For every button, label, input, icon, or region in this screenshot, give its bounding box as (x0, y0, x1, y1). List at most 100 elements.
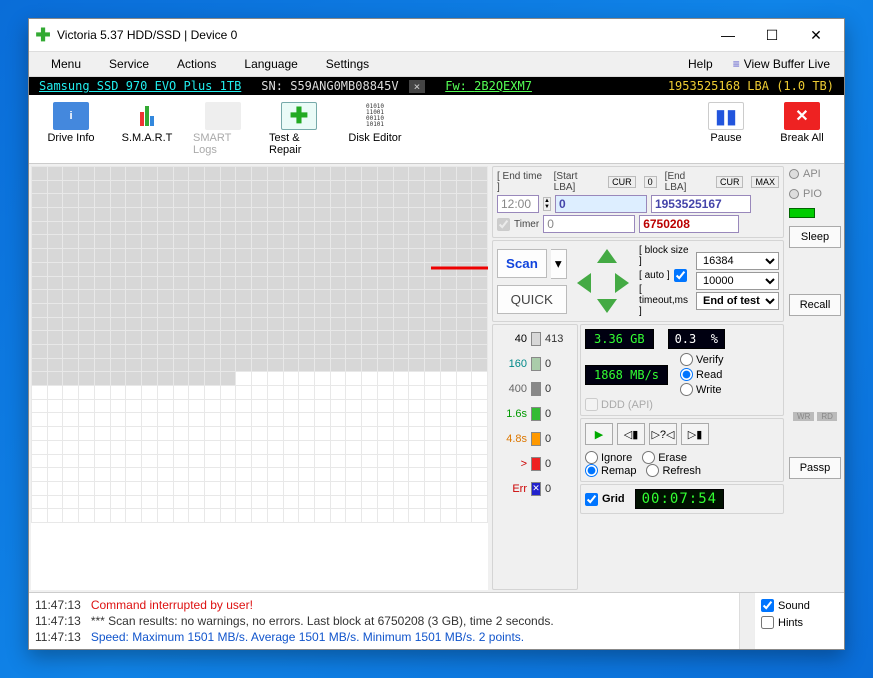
latency-40-icon (531, 332, 541, 346)
tab-drive-info[interactable]: i Drive Info (33, 99, 109, 159)
next-button[interactable]: ▷▮ (681, 423, 709, 445)
serial-number: SN: S59ANG0MB08845V (257, 79, 402, 93)
titlebar: ✚ Victoria 5.37 HDD/SSD | Device 0 ― ☐ ✕ (29, 19, 844, 52)
auto-label: [ auto ] (639, 270, 670, 281)
end-cur-button[interactable]: CUR (716, 176, 744, 188)
pending-block-input[interactable] (639, 215, 739, 233)
block-size-select[interactable]: 16384 (696, 252, 779, 270)
rd-led: RD (817, 412, 837, 421)
wr-led: WR (793, 412, 814, 421)
latency-1600-icon (531, 407, 541, 421)
latency-err-icon: ✕ (531, 482, 541, 496)
end-time-label: [ End time ] (497, 171, 546, 193)
scan-button[interactable]: Scan (497, 249, 547, 278)
passp-button[interactable]: Passp (789, 457, 841, 479)
menu-language[interactable]: Language (230, 54, 311, 74)
latency-over-icon (531, 457, 541, 471)
end-lba-label: [End LBA] (665, 171, 708, 193)
nav-left[interactable] (577, 273, 591, 293)
device-bar: Samsung SSD 970 EVO Plus 1TB SN: S59ANG0… (29, 77, 844, 95)
nav-down[interactable] (597, 299, 617, 313)
bars-icon (129, 102, 165, 130)
plus-icon: ✚ (281, 102, 317, 130)
end-of-test-select[interactable]: End of test (696, 292, 779, 310)
timer-label: Timer (514, 219, 539, 230)
pause-button[interactable]: ▮▮ Pause (688, 99, 764, 159)
maximize-button[interactable]: ☐ (750, 23, 794, 47)
latency-4800-icon (531, 432, 541, 446)
logs-icon (205, 102, 241, 130)
log-line: 11:47:13Speed: Maximum 1501 MB/s. Averag… (35, 629, 733, 645)
toolbar: i Drive Info S.M.A.R.T SMART Logs ✚ Test… (29, 95, 844, 164)
menu-actions[interactable]: Actions (163, 54, 230, 74)
seek-button[interactable]: ▷?◁ (649, 423, 677, 445)
info-icon: i (53, 102, 89, 130)
menu-menu[interactable]: Menu (37, 54, 95, 74)
end-max-button[interactable]: MAX (751, 176, 779, 188)
log-panel: 11:47:13Command interrupted by user! 11:… (29, 592, 844, 649)
tab-test-repair[interactable]: ✚ Test & Repair (261, 99, 337, 159)
sound-checkbox[interactable]: Sound (761, 599, 838, 612)
app-icon: ✚ (35, 27, 51, 43)
scan-grid (31, 166, 488, 590)
close-sn-icon[interactable]: × (409, 80, 426, 93)
sleep-button[interactable]: Sleep (789, 226, 841, 248)
tab-smart[interactable]: S.M.A.R.T (109, 99, 185, 159)
remap-radio[interactable]: Remap (585, 464, 636, 477)
ignore-radio[interactable]: Ignore (585, 451, 632, 464)
binary-icon: 01010110010011010101 (357, 102, 393, 130)
start-zero-button[interactable]: 0 (644, 176, 657, 188)
prev-button[interactable]: ◁▮ (617, 423, 645, 445)
spinner-icon[interactable]: ▲▼ (543, 197, 551, 211)
log-scrollbar[interactable] (739, 593, 754, 649)
close-button[interactable]: ✕ (794, 23, 838, 47)
tab-smart-logs[interactable]: SMART Logs (185, 99, 261, 159)
verify-radio[interactable]: Verify (680, 353, 724, 366)
write-radio[interactable]: Write (680, 383, 724, 396)
nav-pad (575, 249, 631, 313)
timeout-select[interactable]: 10000 (696, 272, 779, 290)
menu-settings[interactable]: Settings (312, 54, 383, 74)
api-radio[interactable]: API (789, 168, 841, 180)
status-led-icon (789, 208, 815, 218)
break-all-button[interactable]: ✕ Break All (764, 99, 840, 159)
tab-disk-editor[interactable]: 01010110010011010101 Disk Editor (337, 99, 413, 159)
menu-service[interactable]: Service (95, 54, 163, 74)
lba-info: 1953525168 LBA (1.0 TB) (668, 79, 840, 93)
timeout-label: [ timeout,ms ] (639, 284, 692, 317)
start-lba-label: [Start LBA] (554, 171, 601, 193)
read-radio[interactable]: Read (680, 368, 724, 381)
firmware[interactable]: Fw: 2B2QEXM7 (445, 79, 532, 93)
stop-icon: ✕ (784, 102, 820, 130)
pause-icon: ▮▮ (708, 102, 744, 130)
hints-checkbox[interactable]: Hints (761, 616, 838, 629)
end-lba-input[interactable] (651, 195, 751, 213)
menu-help[interactable]: Help (674, 54, 727, 74)
grid-checkbox[interactable]: Grid (585, 493, 625, 506)
nav-right[interactable] (615, 273, 629, 293)
erase-radio[interactable]: Erase (642, 451, 687, 464)
view-buffer-live[interactable]: ≡ View Buffer Live (727, 54, 836, 74)
timer-checkbox (497, 218, 510, 231)
refresh-radio[interactable]: Refresh (646, 464, 701, 477)
quick-button[interactable]: QUICK (497, 285, 567, 314)
log-line: 11:47:13Command interrupted by user! (35, 597, 733, 613)
play-button[interactable]: ▶ (585, 423, 613, 445)
minimize-button[interactable]: ― (706, 23, 750, 47)
side-strip: API PIO Sleep Recall WRRD Passp (786, 164, 844, 592)
device-name[interactable]: Samsung SSD 970 EVO Plus 1TB (33, 79, 247, 93)
nav-up[interactable] (597, 249, 617, 263)
scan-dropdown[interactable]: ▾ (551, 249, 567, 279)
recall-button[interactable]: Recall (789, 294, 841, 316)
end-time-input[interactable] (497, 195, 539, 213)
current-block-input[interactable] (543, 215, 635, 233)
menubar: Menu Service Actions Language Settings H… (29, 52, 844, 77)
start-lba-input[interactable] (555, 195, 647, 213)
control-panel: [ End time ] [Start LBA] CUR 0 [End LBA]… (490, 164, 786, 592)
ddd-checkbox[interactable]: DDD (API) (585, 398, 779, 411)
pio-radio[interactable]: PIO (789, 188, 841, 200)
progress-pct: 0.3 % (668, 329, 725, 349)
app-window: ✚ Victoria 5.37 HDD/SSD | Device 0 ― ☐ ✕… (28, 18, 845, 650)
auto-checkbox[interactable] (674, 269, 687, 282)
start-cur-button[interactable]: CUR (608, 176, 636, 188)
